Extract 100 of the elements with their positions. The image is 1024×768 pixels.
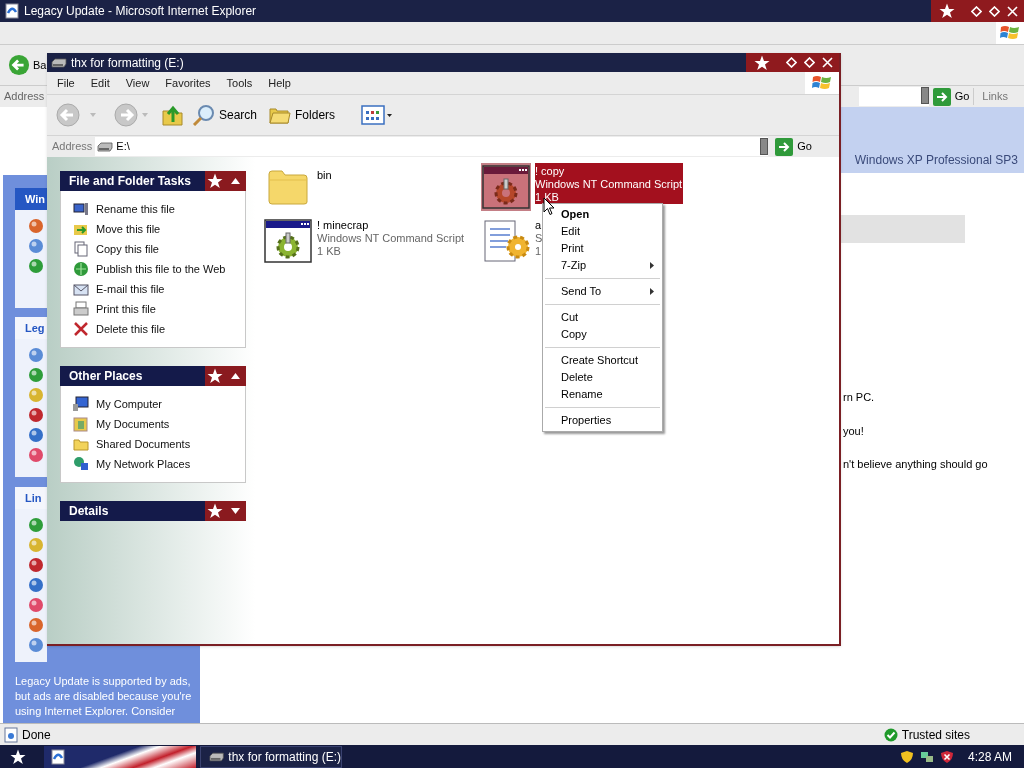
link-icon[interactable]: [28, 637, 44, 653]
folders-button[interactable]: Folders: [269, 105, 336, 125]
up-folder-button[interactable]: [162, 104, 184, 126]
link-icon[interactable]: [28, 617, 44, 633]
task-link[interactable]: My Network Places: [73, 456, 245, 472]
task-link[interactable]: Publish this file to the Web: [73, 261, 245, 277]
views-button[interactable]: [361, 105, 393, 125]
task-link[interactable]: E-mail this file: [73, 281, 245, 297]
task-link[interactable]: Move this file: [73, 221, 245, 237]
windows-logo-icon: [812, 74, 832, 92]
shield-icon[interactable]: [899, 749, 914, 764]
sidebar-heading[interactable]: Leg: [15, 317, 47, 339]
security-alert-icon[interactable]: [939, 749, 954, 764]
address-field[interactable]: E:\: [95, 137, 769, 156]
drive-icon: [97, 141, 114, 152]
file-name: a: [535, 219, 543, 232]
menu-item[interactable]: Copy: [543, 326, 662, 343]
menu-item[interactable]: Tools: [226, 74, 253, 92]
link-icon[interactable]: [28, 218, 44, 234]
address-label: Address: [3, 89, 45, 105]
menu-item[interactable]: Help: [268, 74, 291, 92]
selection-highlight[interactable]: bin: [317, 163, 332, 182]
menu-item[interactable]: Rename: [543, 386, 662, 403]
menu-item[interactable]: View: [125, 74, 150, 92]
menu-item[interactable]: Cut: [543, 309, 662, 326]
taskbar-button[interactable]: [44, 745, 196, 768]
link-icon[interactable]: [28, 517, 44, 533]
task-link[interactable]: Shared Documents: [73, 436, 245, 452]
task-link[interactable]: Rename this file: [73, 201, 245, 217]
caret-icon: [142, 113, 148, 117]
link-icon[interactable]: [28, 258, 44, 274]
security-zone: Trusted sites: [901, 726, 970, 744]
task-pane-header[interactable]: Other Places: [60, 366, 246, 386]
menu-item[interactable]: File: [57, 74, 75, 92]
check-icon: [883, 727, 898, 742]
selection-highlight[interactable]: ! copy Windows NT Command Script 1 KB: [535, 163, 684, 204]
link-icon[interactable]: [28, 427, 44, 443]
dropdown-handle[interactable]: [920, 87, 929, 104]
menu-item[interactable]: Properties: [543, 412, 662, 429]
link-icon[interactable]: [28, 597, 44, 613]
maximize-button[interactable]: [987, 3, 1002, 19]
task-link[interactable]: My Documents: [73, 416, 245, 432]
expand-chevron-icon[interactable]: [231, 508, 240, 514]
collapse-chevron-icon[interactable]: [231, 178, 240, 184]
link-icon[interactable]: [28, 557, 44, 573]
close-button[interactable]: [820, 55, 835, 70]
selection-highlight[interactable]: ! minecrap Windows NT Command Script 1 KB: [317, 217, 465, 258]
menu-item[interactable]: Print: [543, 240, 662, 257]
menu-item[interactable]: Edit: [543, 223, 662, 240]
menu-item[interactable]: 7-Zip: [543, 257, 662, 274]
menu-item[interactable]: Send To: [543, 283, 662, 300]
links-label[interactable]: Links: [973, 88, 1024, 105]
task-link[interactable]: Copy this file: [73, 241, 245, 257]
sidebar-heading[interactable]: Lin: [15, 487, 47, 509]
task-link[interactable]: Print this file: [73, 301, 245, 317]
file-size: 1 KB: [535, 191, 560, 204]
file-type: S: [535, 232, 543, 245]
link-icon[interactable]: [28, 407, 44, 423]
link-icon[interactable]: [28, 577, 44, 593]
caret-icon: [387, 113, 393, 117]
body-text: n't believe anything should go: [843, 457, 989, 472]
network-icon[interactable]: [919, 749, 934, 764]
go-button[interactable]: Go: [928, 86, 974, 107]
task-link[interactable]: My Computer: [73, 396, 245, 412]
address-field[interactable]: [858, 87, 929, 106]
clock: 4:28 AM: [966, 748, 1012, 766]
minimize-button[interactable]: [784, 55, 799, 70]
folders-icon: [269, 105, 292, 125]
link-icon[interactable]: [28, 367, 44, 383]
link-icon[interactable]: [28, 447, 44, 463]
sidebar-heading[interactable]: Win: [15, 188, 47, 210]
back-button[interactable]: Ba: [8, 54, 47, 76]
menu-item[interactable]: Create Shortcut: [543, 352, 662, 369]
menu-item[interactable]: Edit: [90, 74, 110, 92]
task-link[interactable]: Delete this file: [73, 321, 245, 337]
link-icon[interactable]: [28, 238, 44, 254]
body-text: you!: [843, 423, 865, 439]
taskbar-button[interactable]: thx for formatting (E:): [200, 745, 342, 768]
file-type: Windows NT Command Script: [535, 178, 683, 191]
file-size: 1 KB: [317, 245, 342, 258]
go-button[interactable]: Go: [771, 136, 816, 157]
menu-item[interactable]: Delete: [543, 369, 662, 386]
address-label: Address: [52, 139, 93, 155]
collapse-chevron-icon[interactable]: [231, 373, 240, 379]
menu-item[interactable]: Favorites: [165, 74, 211, 92]
dropdown-handle[interactable]: [760, 138, 769, 155]
minimize-button[interactable]: [969, 3, 984, 19]
task-pane-header[interactable]: Details: [60, 501, 246, 521]
submenu-arrow-icon: [650, 262, 654, 269]
page-icon: [4, 726, 18, 743]
close-button[interactable]: [1005, 3, 1020, 19]
file-size: 1: [535, 245, 543, 258]
network-icon: [73, 456, 89, 472]
link-icon[interactable]: [28, 347, 44, 363]
task-pane-header[interactable]: File and Folder Tasks: [60, 171, 246, 191]
computer-icon: [73, 201, 89, 217]
selection-highlight[interactable]: a S 1: [535, 217, 543, 258]
maximize-button[interactable]: [802, 55, 817, 70]
search-button[interactable]: Search: [192, 104, 258, 126]
drive-icon: [51, 57, 67, 68]
